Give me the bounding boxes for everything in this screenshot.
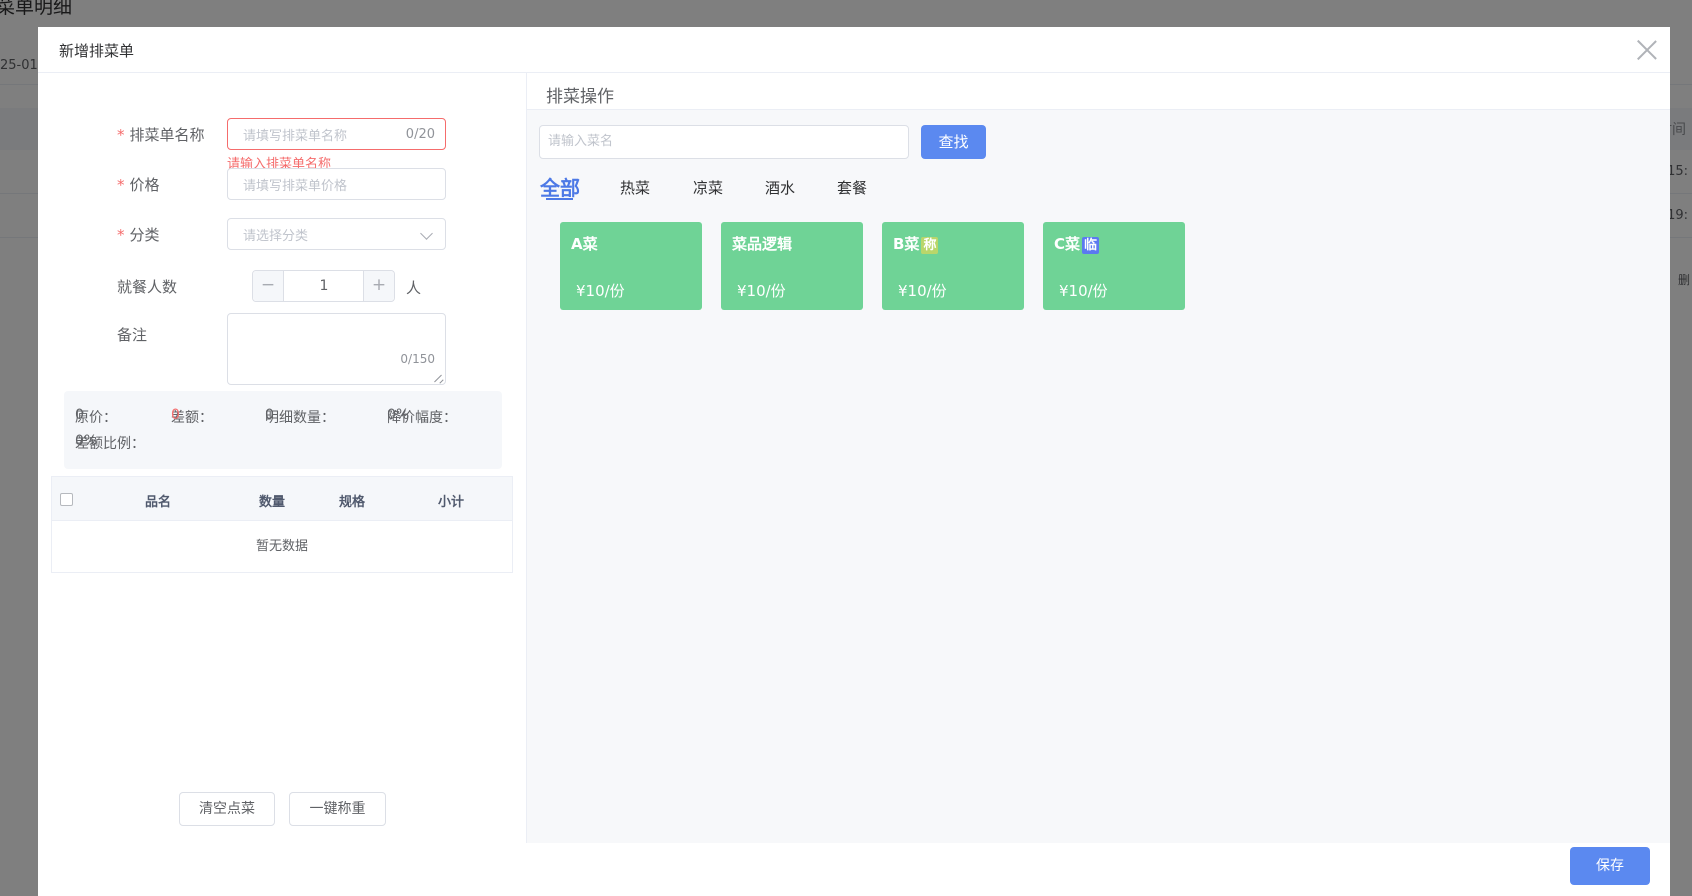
close-icon[interactable] [1636,39,1658,61]
dialog-title: 新增排菜单 [59,42,135,60]
column-header-subtotal: 小计 [438,495,465,510]
category-select[interactable]: 请选择分类 [227,218,446,250]
dish-name-row: C菜临 [1054,233,1100,254]
temporary-tag: 临 [1082,237,1100,254]
dish-search-input[interactable]: 请输入菜名 [539,125,909,159]
dish-name: A菜 [571,235,598,253]
remark-counter: 0/150 [400,352,435,366]
category-label: * 分类 [117,226,160,244]
tab-set-meals[interactable]: 套餐 [837,177,867,198]
price-summary: 原价： 0 差额： 0 明细数量： 0 降价幅度： 0% 差额比例： 0% [64,391,502,469]
dish-name: B菜 [893,235,920,253]
column-header-name: 品名 [145,495,172,510]
save-button[interactable]: 保存 [1570,847,1650,885]
dish-card[interactable]: A菜 ¥10/份 [560,222,702,310]
tab-all[interactable]: 全部 [540,172,580,201]
menu-name-counter: 0/20 [405,126,435,142]
dish-card[interactable]: B菜称 ¥10/份 [882,222,1024,310]
dish-card[interactable]: C菜临 ¥10/份 [1043,222,1185,310]
one-click-weigh-button[interactable]: 一键称重 [289,792,386,826]
diners-value[interactable]: 1 [285,271,363,301]
panel-title: 排菜操作 [546,87,614,107]
menu-name-input[interactable]: 请填写排菜单名称 0/20 [227,118,446,150]
add-menu-dialog: 新增排菜单 * 排菜单名称 请填写排菜单名称 0/20 请输入排菜单名称 * 价格 … [38,27,1670,896]
column-header-quantity: 数量 [259,495,286,510]
tab-drinks[interactable]: 酒水 [765,177,795,198]
column-header-spec: 规格 [339,495,366,510]
dish-operation-panel: 排菜操作 请输入菜名 查找 全部 热菜 凉菜 酒水 套餐 A菜 ¥10/份 菜品… [527,73,1670,843]
table-header: 品名 数量 规格 小计 [52,477,512,521]
active-tab-indicator [546,198,573,200]
dish-price: ¥10/份 [1059,282,1108,300]
search-button[interactable]: 查找 [921,125,986,159]
dish-price: ¥10/份 [737,282,786,300]
remark-label: 备注 [117,326,148,344]
diners-label: 就餐人数 [117,278,178,296]
empty-state: 暂无数据 [255,539,308,554]
price-placeholder: 请填写排菜单价格 [243,178,348,194]
panel-header: 排菜操作 [527,73,1670,110]
price-input[interactable]: 请填写排菜单价格 [227,168,446,200]
select-all-checkbox[interactable] [60,493,73,506]
tab-cold-dishes[interactable]: 凉菜 [693,177,723,198]
dish-detail-table: 品名 数量 规格 小计 暂无数据 [51,476,513,573]
decrement-button[interactable]: − [253,271,284,301]
clear-dishes-button[interactable]: 清空点菜 [179,792,275,826]
form-panel: * 排菜单名称 请填写排菜单名称 0/20 请输入排菜单名称 * 价格 请填写排菜单… [38,73,527,843]
increment-button[interactable]: + [363,271,394,301]
name-label: * 排菜单名称 [117,126,205,144]
resize-handle-icon[interactable] [435,374,443,382]
category-placeholder: 请选择分类 [243,228,309,244]
dish-name: 菜品逻辑 [732,235,793,253]
dialog-header: 新增排菜单 [38,27,1670,73]
weigh-tag: 称 [921,237,939,254]
dish-card[interactable]: 菜品逻辑 ¥10/份 [721,222,863,310]
tab-hot-dishes[interactable]: 热菜 [620,177,650,198]
dish-search-placeholder: 请输入菜名 [548,134,614,149]
dish-price: ¥10/份 [576,282,625,300]
dish-price: ¥10/份 [898,282,947,300]
menu-name-placeholder: 请填写排菜单名称 [243,128,348,144]
remark-textarea[interactable]: 0/150 [227,313,446,385]
diners-stepper: − 1 + [252,270,395,302]
price-label: * 价格 [117,176,160,194]
diners-unit: 人 [406,279,422,297]
dish-name: C菜 [1054,235,1081,253]
chevron-down-icon [420,227,433,240]
dish-name-row: B菜称 [893,233,939,254]
